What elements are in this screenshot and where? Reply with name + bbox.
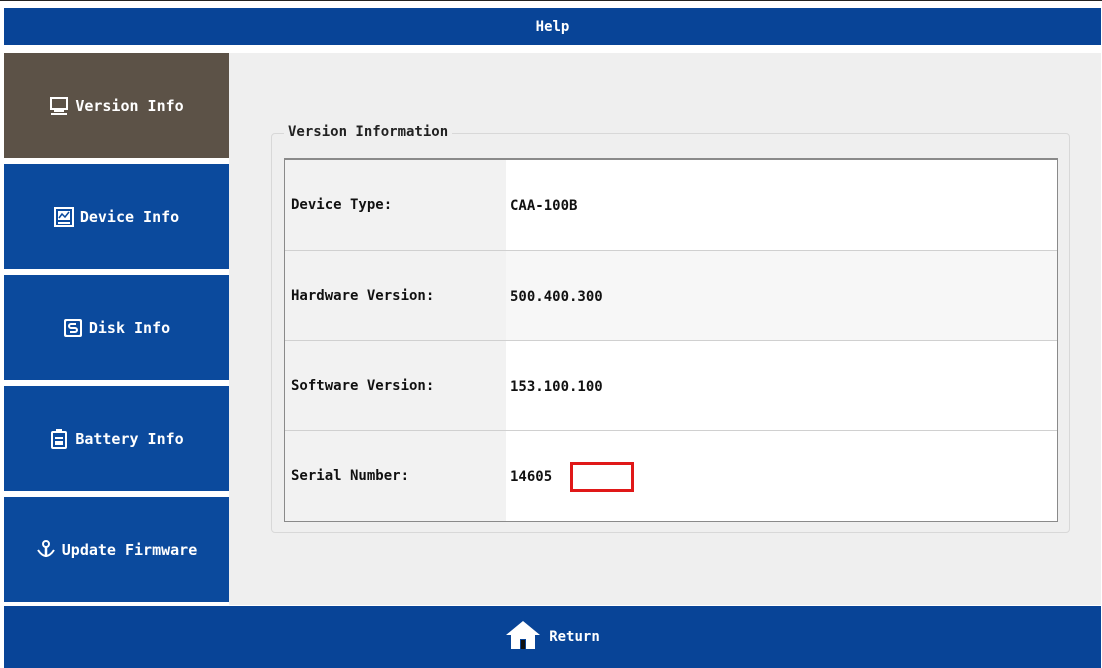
sidebar-item-label: Update Firmware: [61, 540, 198, 559]
row-value: 14605: [506, 431, 1057, 521]
row-label: Serial Number:: [285, 431, 506, 521]
serial-number-value: 14605: [510, 469, 553, 485]
home-icon: [505, 620, 541, 654]
redacted-highlight-box: [570, 462, 634, 492]
table-row: Device Type: CAA-100B: [285, 160, 1057, 250]
table-row: Hardware Version: 500.400.300: [285, 250, 1057, 341]
disk-icon: [63, 318, 83, 338]
monitor-icon: [53, 206, 74, 227]
sidebar-item-update-firmware[interactable]: Update Firmware: [4, 497, 229, 602]
sidebar-item-disk-info[interactable]: Disk Info: [4, 275, 229, 380]
table-row: Software Version: 153.100.100: [285, 340, 1057, 431]
row-label: Software Version:: [285, 341, 506, 431]
sidebar-item-version-info[interactable]: Version Info: [4, 53, 229, 158]
battery-icon: [49, 428, 69, 449]
table-row: Serial Number: 14605: [285, 430, 1057, 521]
sidebar-item-label: Battery Info: [75, 429, 184, 448]
return-label: Return: [549, 629, 600, 645]
version-table: Device Type: CAA-100B Hardware Version: …: [284, 158, 1058, 522]
sidebar-item-label: Version Info: [75, 96, 184, 115]
row-value: CAA-100B: [510, 198, 578, 214]
return-button[interactable]: Return: [4, 606, 1101, 668]
computer-icon: [49, 96, 69, 116]
top-border: [0, 0, 1102, 7]
main-content: Version Information Device Type: CAA-100…: [229, 53, 1101, 605]
sidebar-item-device-info[interactable]: Device Info: [4, 164, 229, 269]
page-title: Help: [535, 18, 570, 35]
download-icon: [36, 539, 56, 560]
row-value: 153.100.100: [510, 379, 603, 395]
sidebar-item-label: Device Info: [79, 207, 180, 226]
row-label: Hardware Version:: [285, 251, 506, 341]
row-label: Device Type:: [285, 160, 506, 250]
sidebar-item-label: Disk Info: [88, 318, 171, 337]
page-header: Help: [4, 8, 1101, 45]
group-title: Version Information: [284, 124, 453, 140]
sidebar-item-battery-info[interactable]: Battery Info: [4, 386, 229, 491]
sidebar: Version Info Device Info Disk Info Batte…: [4, 53, 229, 605]
row-value: 500.400.300: [506, 251, 1057, 341]
